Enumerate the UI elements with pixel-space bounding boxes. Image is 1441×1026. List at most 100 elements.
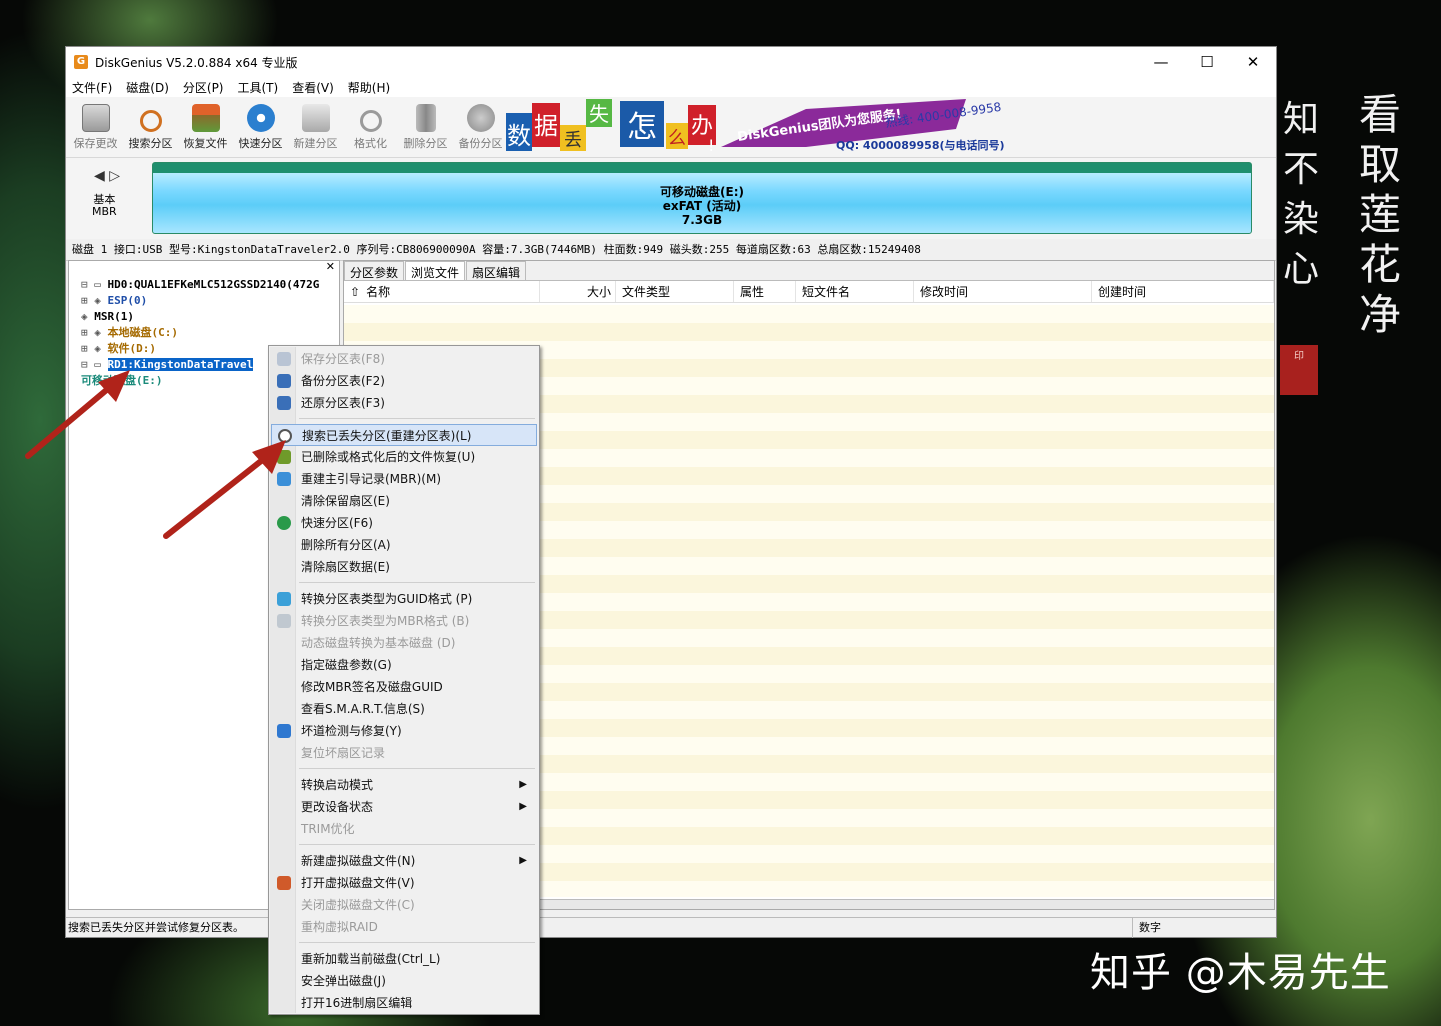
delete-icon bbox=[415, 104, 436, 132]
banner-char: 据 bbox=[534, 112, 558, 140]
recover-icon bbox=[191, 104, 220, 132]
context-menu-item[interactable]: 清除扇区数据(E) bbox=[271, 556, 537, 578]
col-modified[interactable]: 修改时间 bbox=[914, 281, 1092, 302]
menu-disk[interactable]: 磁盘(D) bbox=[126, 79, 169, 96]
context-menu-item[interactable]: 转换分区表类型为GUID格式 (P) bbox=[271, 588, 537, 610]
disk-nav-arrows[interactable]: ◀ ▷ bbox=[94, 168, 120, 184]
context-menu-item[interactable]: 快速分区(F6) bbox=[271, 512, 537, 534]
context-menu-item[interactable]: 指定磁盘参数(G) bbox=[271, 654, 537, 676]
context-menu-item[interactable]: 清除保留扇区(E) bbox=[271, 490, 537, 512]
context-menu-item[interactable]: 备份分区表(F2) bbox=[271, 370, 537, 392]
context-menu-item[interactable]: 动态磁盘转换为基本磁盘 (D) bbox=[271, 632, 537, 654]
context-menu-item[interactable]: 已删除或格式化后的文件恢复(U) bbox=[271, 446, 537, 468]
tree-expander-icon[interactable]: ⊞ ◈ bbox=[81, 342, 108, 355]
col-attr[interactable]: 属性 bbox=[734, 281, 796, 302]
partition-fs: exFAT (活动) bbox=[662, 199, 742, 213]
col-shortname[interactable]: 短文件名 bbox=[796, 281, 914, 302]
numlock-indicator: 数字 bbox=[1132, 918, 1212, 938]
menu-item-label: 转换分区表类型为GUID格式 (P) bbox=[301, 592, 473, 606]
format-icon bbox=[359, 110, 382, 132]
menu-item-label: 转换启动模式 bbox=[301, 778, 374, 792]
menu-item-label: 清除扇区数据(E) bbox=[301, 560, 390, 574]
tab-sector-edit[interactable]: 扇区编辑 bbox=[466, 261, 527, 280]
menu-tools[interactable]: 工具(T) bbox=[238, 79, 279, 96]
maximize-button[interactable]: ☐ bbox=[1184, 47, 1230, 77]
context-menu-item[interactable]: 转换分区表类型为MBR格式 (B) bbox=[271, 610, 537, 632]
tab-partition-params[interactable]: 分区参数 bbox=[344, 261, 405, 280]
menu-item-label: 打开16进制扇区编辑 bbox=[301, 996, 413, 1010]
menu-help[interactable]: 帮助(H) bbox=[348, 79, 390, 96]
tree-expander-icon[interactable]: ⊞ ◈ bbox=[81, 326, 108, 339]
tree-expander-icon[interactable]: ◈ bbox=[81, 310, 94, 323]
menu-item-label: 还原分区表(F3) bbox=[301, 396, 385, 410]
tab-browse-files[interactable]: 浏览文件 bbox=[405, 261, 466, 280]
up-arrow-icon: ⇧ bbox=[350, 285, 361, 299]
toolbar: 保存更改 搜索分区 恢复文件 快速分区 新建分区 格式化 删除分区 备份分区 数… bbox=[66, 97, 1276, 157]
menu-item-label: 坏道检测与修复(Y) bbox=[301, 724, 402, 738]
tree-item[interactable]: ⊟ ▭ HD0:QUAL1EFKeMLC512GSSD2140(472G bbox=[81, 277, 319, 293]
tree-item[interactable]: ⊞ ◈ ESP(0) bbox=[81, 293, 319, 309]
context-menu-item[interactable]: 更改设备状态 ▶ bbox=[271, 796, 537, 818]
menu-file[interactable]: 文件(F) bbox=[72, 79, 112, 96]
context-menu-item[interactable]: 坏道检测与修复(Y) bbox=[271, 720, 537, 742]
column-header: ⇧ 名称 大小 文件类型 属性 短文件名 修改时间 创建时间 bbox=[344, 281, 1274, 303]
app-icon: G bbox=[74, 55, 88, 69]
menu-separator bbox=[299, 844, 535, 845]
backup-partition-button[interactable]: 备份分区 bbox=[453, 104, 508, 157]
col-name[interactable]: ⇧ 名称 bbox=[344, 281, 540, 302]
new-partition-button[interactable]: 新建分区 bbox=[288, 104, 343, 157]
tree-expander-icon[interactable]: ⊟ ▭ bbox=[81, 278, 108, 291]
quick-partition-button[interactable]: 快速分区 bbox=[233, 104, 288, 157]
context-menu-item[interactable]: 安全弹出磁盘(J) bbox=[271, 970, 537, 992]
save-changes-button[interactable]: 保存更改 bbox=[68, 104, 123, 157]
minimize-button[interactable]: — bbox=[1138, 47, 1184, 77]
partition-block-e[interactable]: 可移动磁盘(E:) exFAT (活动) 7.3GB bbox=[152, 162, 1252, 234]
context-menu-item[interactable]: TRIM优化 bbox=[271, 818, 537, 840]
menu-view[interactable]: 查看(V) bbox=[292, 79, 334, 96]
banner-char: 数 bbox=[507, 122, 531, 150]
quick-partition-icon bbox=[246, 104, 275, 132]
save-icon bbox=[277, 352, 291, 366]
restore-table-icon bbox=[277, 396, 291, 410]
context-menu-item[interactable]: 新建虚拟磁盘文件(N) ▶ bbox=[271, 850, 537, 872]
context-menu-item[interactable]: 删除所有分区(A) bbox=[271, 534, 537, 556]
tree-item[interactable]: ⊞ ◈ 本地磁盘(C:) bbox=[81, 325, 319, 341]
tools-icon bbox=[277, 724, 291, 738]
close-button[interactable]: ✕ bbox=[1230, 47, 1276, 77]
menu-partition[interactable]: 分区(P) bbox=[183, 79, 224, 96]
context-menu-item[interactable]: 打开虚拟磁盘文件(V) bbox=[271, 872, 537, 894]
context-menu-item[interactable]: 修改MBR签名及磁盘GUID bbox=[271, 676, 537, 698]
close-icon[interactable]: ✕ bbox=[326, 260, 335, 273]
context-menu-item[interactable]: 转换启动模式 ▶ bbox=[271, 774, 537, 796]
tree-item-label: HD0:QUAL1EFKeMLC512GSSD2140(472G bbox=[107, 278, 320, 291]
col-created[interactable]: 创建时间 bbox=[1092, 281, 1274, 302]
delete-partition-button[interactable]: 删除分区 bbox=[398, 104, 453, 157]
context-menu-item[interactable]: 重建主引导记录(MBR)(M) bbox=[271, 468, 537, 490]
ad-banner[interactable]: 数 据 丢 失 怎 么 办 ! DiskGenius团队为您服务! 热线: 40… bbox=[506, 99, 1006, 153]
menu-item-label: 新建虚拟磁盘文件(N) bbox=[301, 854, 416, 868]
menu-item-label: 更改设备状态 bbox=[301, 800, 374, 814]
context-menu-item[interactable]: 重构虚拟RAID bbox=[271, 916, 537, 938]
context-menu-item[interactable]: 关闭虚拟磁盘文件(C) bbox=[271, 894, 537, 916]
context-menu-item[interactable]: 重新加载当前磁盘(Ctrl_L) bbox=[271, 948, 537, 970]
format-button[interactable]: 格式化 bbox=[343, 110, 398, 157]
context-menu-item[interactable]: 复位坏扇区记录 bbox=[271, 742, 537, 764]
col-size[interactable]: 大小 bbox=[540, 281, 616, 302]
menu-bar: 文件(F) 磁盘(D) 分区(P) 工具(T) 查看(V) 帮助(H) bbox=[66, 77, 1276, 97]
recover-files-button[interactable]: 恢复文件 bbox=[178, 104, 233, 157]
tree-item[interactable]: ◈ MSR(1) bbox=[81, 309, 319, 325]
tree-expander-icon[interactable]: ⊞ ◈ bbox=[81, 294, 108, 307]
disk-scheme-label: MBR bbox=[92, 205, 117, 218]
menu-item-label: 修改MBR签名及磁盘GUID bbox=[301, 680, 443, 694]
banner-char: 么 bbox=[668, 128, 686, 149]
col-type[interactable]: 文件类型 bbox=[616, 281, 734, 302]
context-menu-item[interactable]: 搜索已丢失分区(重建分区表)(L) bbox=[271, 424, 537, 446]
context-menu-item[interactable]: 还原分区表(F3) bbox=[271, 392, 537, 414]
menu-item-label: 打开虚拟磁盘文件(V) bbox=[301, 876, 415, 890]
context-menu-item[interactable]: 保存分区表(F8) bbox=[271, 348, 537, 370]
search-partition-button[interactable]: 搜索分区 bbox=[123, 110, 178, 157]
status-bar: 搜索已丢失分区并尝试修复分区表。 数字 bbox=[66, 917, 1276, 938]
context-menu-item[interactable]: 查看S.M.A.R.T.信息(S) bbox=[271, 698, 537, 720]
context-menu-item[interactable]: 打开16进制扇区编辑 bbox=[271, 992, 537, 1014]
menu-item-label: 搜索已丢失分区(重建分区表)(L) bbox=[302, 429, 472, 443]
